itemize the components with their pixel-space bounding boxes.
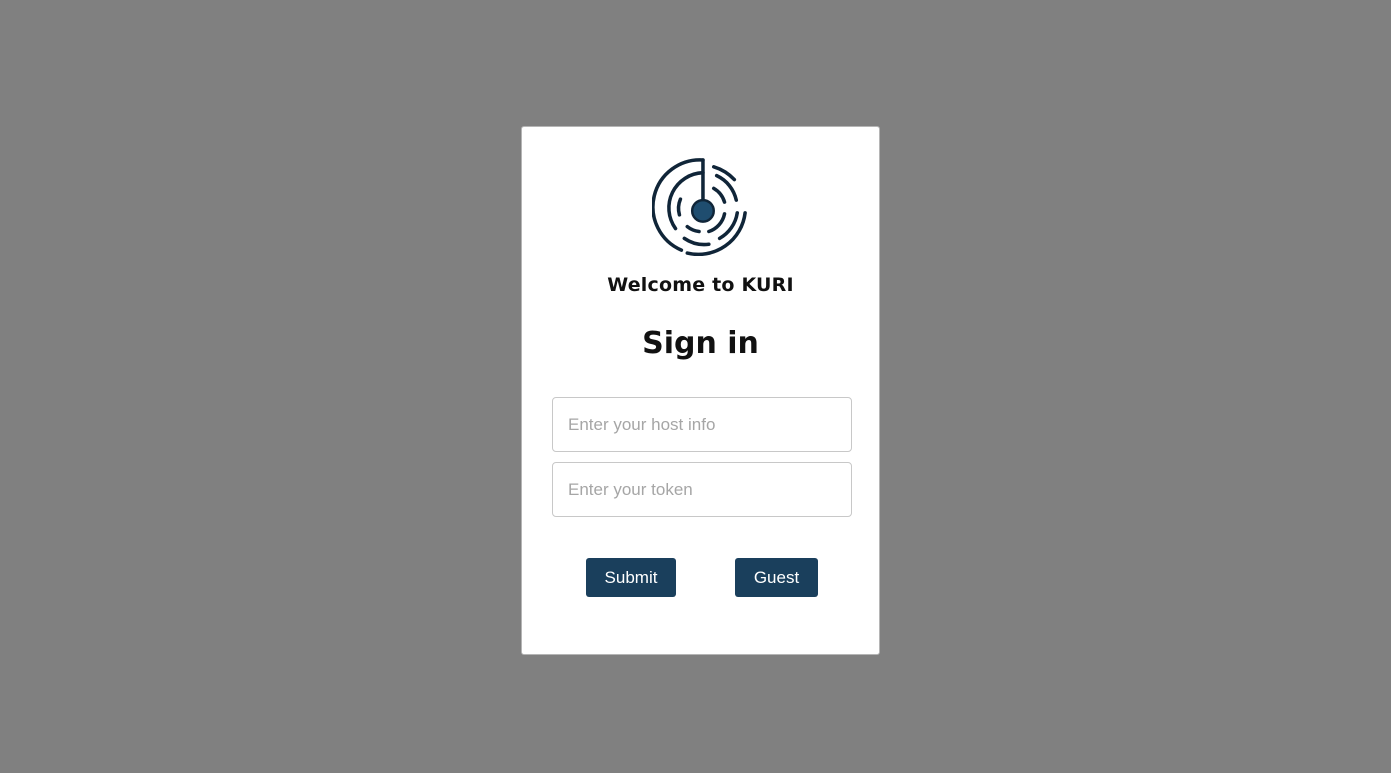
page-title: Sign in	[642, 326, 759, 361]
guest-button[interactable]: Guest	[735, 558, 818, 597]
login-card: Welcome to KURI Sign in Submit Guest	[521, 126, 880, 655]
kuri-logo-icon	[652, 158, 747, 256]
host-info-input[interactable]	[552, 397, 852, 452]
submit-button[interactable]: Submit	[586, 558, 676, 597]
token-input[interactable]	[552, 462, 852, 517]
welcome-text: Welcome to KURI	[607, 274, 794, 296]
